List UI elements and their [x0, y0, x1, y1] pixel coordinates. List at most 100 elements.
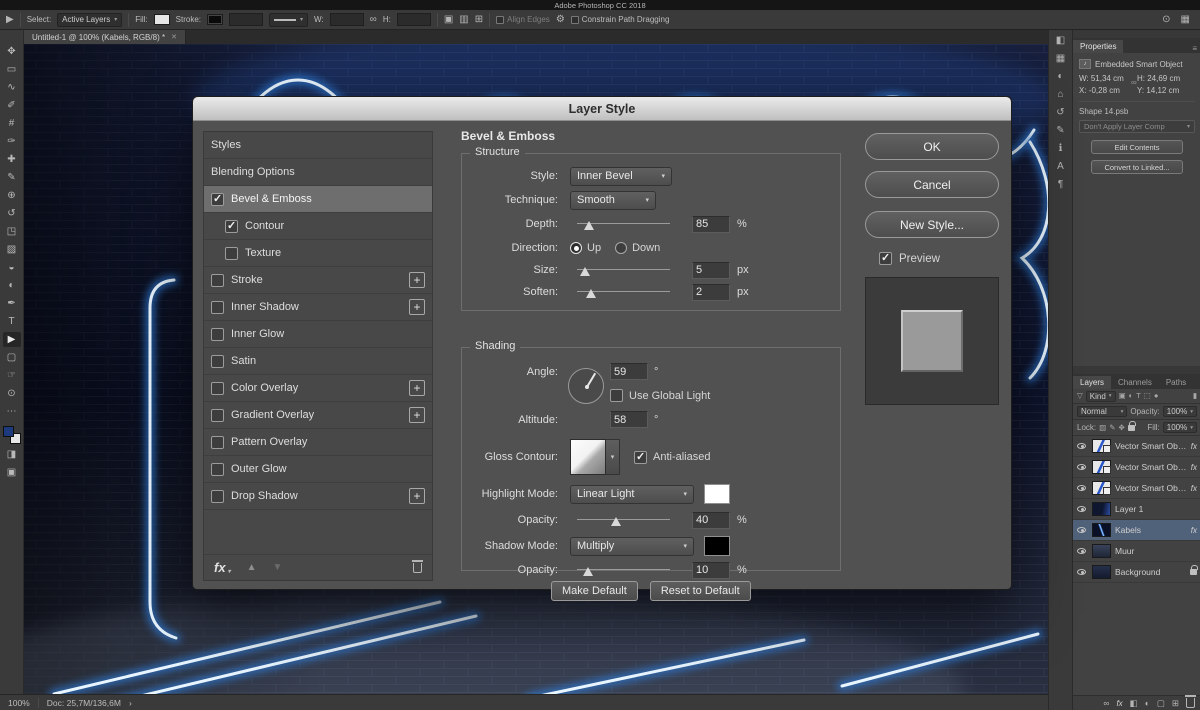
- layer-name[interactable]: Muur: [1115, 546, 1197, 556]
- foreground-color-swatch[interactable]: [2, 426, 14, 437]
- angle-input[interactable]: [610, 363, 648, 380]
- layer-row[interactable]: Layer 1: [1073, 499, 1200, 520]
- altitude-input[interactable]: [610, 411, 648, 428]
- layer-name[interactable]: Vector Smart Object: [1115, 483, 1187, 493]
- shadow-opacity-slider[interactable]: [577, 563, 670, 577]
- size-input[interactable]: [692, 261, 730, 279]
- highlight-opacity-input[interactable]: [692, 511, 730, 529]
- fill-dropdown[interactable]: 100% ▾: [1162, 422, 1197, 433]
- checkbox[interactable]: [211, 462, 224, 476]
- reset-to-default-button[interactable]: Reset to Default: [649, 581, 751, 601]
- layer-row-background[interactable]: Background: [1073, 562, 1200, 583]
- style-item-texture[interactable]: Texture: [204, 240, 432, 267]
- libraries-panel-icon[interactable]: ⌂: [1057, 90, 1063, 100]
- constrain-path-dragging-checkbox[interactable]: Constrain Path Dragging: [570, 15, 669, 24]
- delete-effect-icon[interactable]: [412, 559, 423, 573]
- path-select-tool-icon[interactable]: ▶: [2, 332, 21, 347]
- lock-all-icon[interactable]: [1127, 420, 1136, 431]
- checkbox[interactable]: [211, 300, 224, 314]
- eraser-tool-icon[interactable]: ◳: [3, 224, 21, 239]
- lock-transparent-icon[interactable]: ▨: [1099, 424, 1106, 432]
- style-item-inner-glow[interactable]: Inner Glow: [204, 321, 432, 348]
- color-swatches[interactable]: [2, 426, 21, 444]
- shadow-opacity-input[interactable]: [692, 561, 730, 579]
- layer-name[interactable]: Vector Smart Object c...: [1115, 462, 1187, 472]
- visibility-toggle[interactable]: [1075, 506, 1088, 512]
- style-item-styles[interactable]: Styles: [204, 132, 432, 159]
- layer-name[interactable]: Background: [1115, 567, 1186, 577]
- move-tool-icon[interactable]: ✥: [3, 44, 21, 59]
- hand-tool-icon[interactable]: ☞: [3, 368, 21, 383]
- history-panel-icon[interactable]: ↺: [1056, 108, 1064, 118]
- height-value[interactable]: H: 24,69 cm: [1137, 74, 1195, 83]
- use-global-light-checkbox[interactable]: Use Global Light: [610, 389, 710, 402]
- select-mode-dropdown[interactable]: Active Layers ▾: [57, 12, 123, 27]
- slider-thumb[interactable]: [585, 289, 596, 298]
- layer-row-kabels[interactable]: Kabels fx: [1073, 520, 1200, 541]
- fx-menu-button[interactable]: fx ▾: [214, 560, 231, 575]
- style-item-color-overlay[interactable]: Color Overlay +: [204, 375, 432, 402]
- filter-toggle-icon[interactable]: ▮: [1193, 392, 1197, 400]
- checkbox[interactable]: [225, 246, 238, 260]
- layer-row[interactable]: Vector Smart Object c... fx: [1073, 436, 1200, 457]
- size-slider[interactable]: [577, 263, 670, 277]
- edit-contents-button[interactable]: Edit Contents: [1091, 140, 1183, 154]
- style-item-bevel-emboss[interactable]: Bevel & Emboss: [204, 186, 432, 213]
- soften-slider[interactable]: [577, 285, 670, 299]
- dialog-title-bar[interactable]: Layer Style: [193, 97, 1011, 121]
- eyedropper-tool-icon[interactable]: ✑: [3, 134, 21, 149]
- filter-kind-dropdown[interactable]: Kind ▾: [1085, 390, 1116, 402]
- layer-comp-dropdown[interactable]: Don't Apply Layer Comp ▾: [1079, 120, 1195, 133]
- fx-badge[interactable]: fx: [1191, 463, 1197, 472]
- move-effect-up-icon[interactable]: ▲: [247, 562, 257, 573]
- style-item-stroke[interactable]: Stroke +: [204, 267, 432, 294]
- blur-tool-icon[interactable]: ◒: [3, 260, 21, 275]
- soften-input[interactable]: [692, 283, 730, 301]
- layer-name[interactable]: Vector Smart Object c...: [1115, 441, 1187, 451]
- bevel-style-dropdown[interactable]: Inner Bevel ▾: [570, 166, 672, 186]
- brush-settings-panel-icon[interactable]: ✎: [1056, 126, 1064, 136]
- highlight-mode-dropdown[interactable]: Linear Light ▾: [570, 484, 694, 504]
- add-instance-button[interactable]: +: [409, 299, 425, 315]
- add-instance-button[interactable]: +: [409, 272, 425, 288]
- add-layer-style-icon[interactable]: fx: [1116, 699, 1122, 708]
- anti-aliased-checkbox[interactable]: Anti-aliased: [634, 450, 710, 464]
- healing-tool-icon[interactable]: ✚: [3, 152, 21, 167]
- zoom-tool-icon[interactable]: ⊙: [3, 386, 21, 401]
- tab-paths[interactable]: Paths: [1158, 376, 1194, 389]
- lasso-tool-icon[interactable]: ∿: [3, 80, 21, 95]
- shape-tool-icon[interactable]: ▢: [3, 350, 21, 365]
- shadow-mode-dropdown[interactable]: Multiply ▾: [570, 536, 694, 556]
- layer-thumbnail[interactable]: [1092, 565, 1111, 579]
- slider-thumb[interactable]: [584, 221, 595, 230]
- x-value[interactable]: X: -0,28 cm: [1079, 86, 1137, 95]
- align-edges-checkbox[interactable]: Align Edges: [496, 15, 550, 24]
- link-dimensions-icon[interactable]: ∞: [1131, 78, 1137, 87]
- adjustments-panel-icon[interactable]: ◐: [1057, 72, 1063, 82]
- link-dimensions-icon[interactable]: ∞: [370, 14, 377, 25]
- layer-thumbnail[interactable]: [1092, 544, 1111, 558]
- visibility-toggle[interactable]: [1075, 527, 1088, 533]
- slider-thumb[interactable]: [580, 267, 591, 276]
- close-icon[interactable]: ✕: [171, 33, 177, 41]
- angle-dial[interactable]: [568, 368, 604, 404]
- filter-smart-icon[interactable]: ●: [1154, 392, 1159, 400]
- checkbox[interactable]: [211, 408, 224, 422]
- search-icon[interactable]: ⊙: [1162, 14, 1170, 25]
- clone-stamp-tool-icon[interactable]: ⊕: [3, 188, 21, 203]
- checkbox[interactable]: [211, 354, 224, 368]
- shape-height-input[interactable]: [396, 13, 431, 26]
- style-item-contour[interactable]: Contour: [204, 213, 432, 240]
- layer-thumbnail[interactable]: [1092, 502, 1111, 516]
- filter-type-icon[interactable]: T: [1136, 392, 1141, 400]
- fx-badge[interactable]: fx: [1191, 484, 1197, 493]
- checkbox[interactable]: [211, 327, 224, 341]
- visibility-toggle[interactable]: [1075, 548, 1088, 554]
- filter-adjustment-icon[interactable]: ◐: [1129, 392, 1134, 400]
- document-tab[interactable]: Untitled-1 @ 100% (Kabels, RGB/8) * ✕: [24, 30, 186, 44]
- stroke-swatch[interactable]: [207, 14, 224, 25]
- stroke-type-dropdown[interactable]: ▾: [269, 12, 309, 27]
- slider-thumb[interactable]: [583, 567, 594, 576]
- workspace-icon[interactable]: ▦: [1181, 14, 1190, 25]
- visibility-toggle[interactable]: [1075, 569, 1088, 575]
